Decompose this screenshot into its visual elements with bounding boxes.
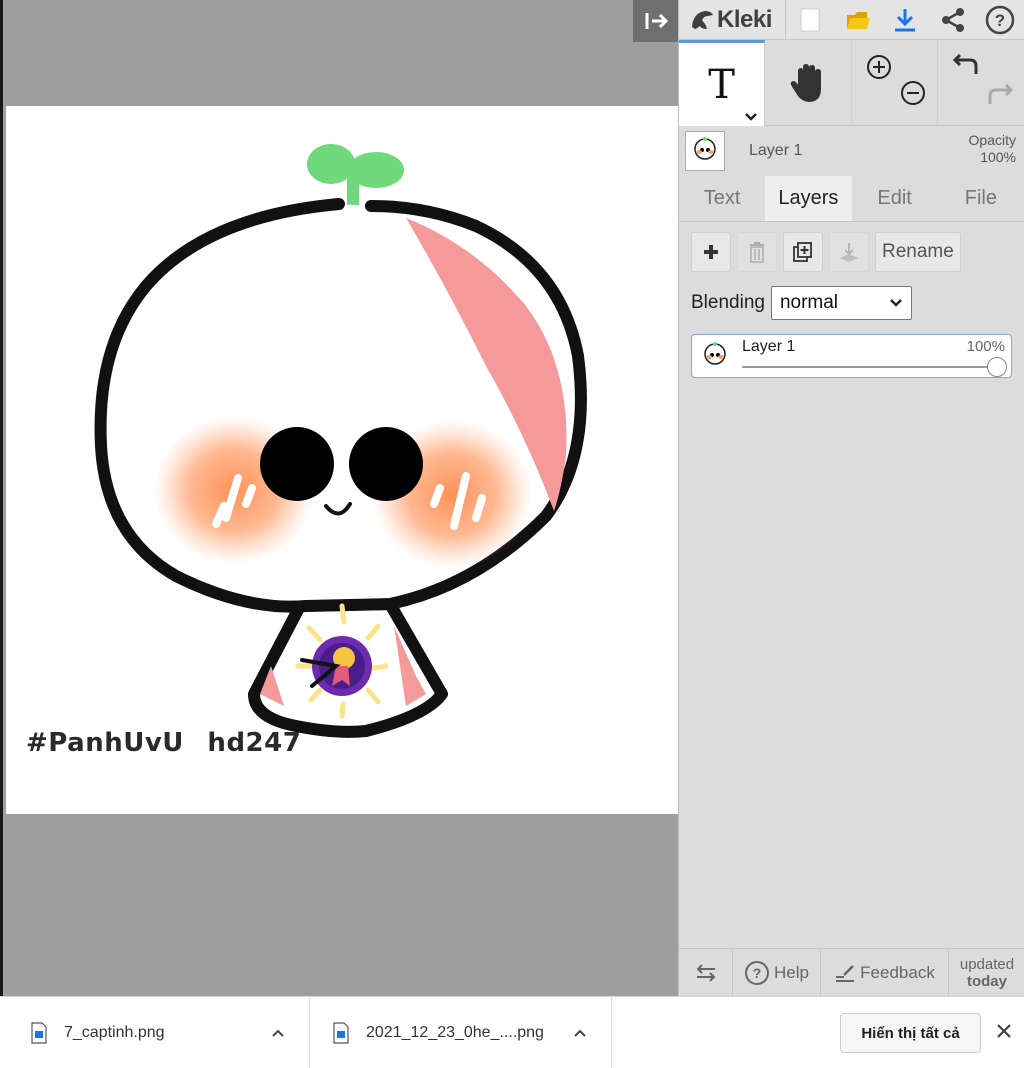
- new-image-button[interactable]: [786, 0, 834, 40]
- top-toolbar: Kleki ?: [679, 0, 1024, 40]
- layer-preview-icon: [704, 342, 726, 365]
- layer-list-item[interactable]: Layer 1 100%: [691, 334, 1012, 378]
- rename-layer-button[interactable]: Rename: [875, 232, 961, 272]
- hand-icon: [790, 64, 821, 102]
- opacity-value: 100%: [980, 149, 1016, 165]
- blending-row: Blending normal: [691, 286, 1012, 320]
- undo-redo-buttons: [938, 40, 1024, 126]
- merge-layer-button[interactable]: [829, 232, 869, 272]
- blending-value: normal: [779, 292, 839, 313]
- current-layer-bar[interactable]: Layer 1 Opacity 100%: [679, 126, 1024, 176]
- chevron-down-icon: [890, 299, 902, 307]
- kleki-logo[interactable]: Kleki: [679, 0, 787, 40]
- show-all-downloads-button[interactable]: Hiển thị tất cả: [840, 1013, 981, 1053]
- drawing-canvas[interactable]: #PanhUvU hd247: [6, 106, 681, 814]
- layer-opacity: 100%: [966, 338, 1005, 355]
- slider-handle[interactable]: [987, 357, 1007, 377]
- share-icon: [941, 7, 964, 32]
- help-circle-icon: ?: [745, 960, 770, 985]
- feedback-label: Feedback: [860, 962, 935, 982]
- tab-file[interactable]: File: [938, 176, 1024, 221]
- app-name: Kleki: [717, 5, 772, 33]
- redo-icon[interactable]: [984, 80, 1014, 110]
- tool-panel: Kleki ? T Layer 1 Opacity 100% Text Laye…: [678, 0, 1024, 996]
- chevron-up-icon[interactable]: [270, 1027, 286, 1039]
- layer-preview-icon: [694, 137, 716, 160]
- duplicate-icon: [793, 242, 812, 262]
- trash-icon: [750, 242, 764, 263]
- tool-row: T: [679, 40, 1024, 126]
- tab-edit[interactable]: Edit: [852, 176, 938, 221]
- changelog-link[interactable]: updated today: [949, 949, 1024, 996]
- save-image-button[interactable]: [881, 0, 929, 40]
- opacity-label: Opacity: [968, 132, 1016, 148]
- hand-tool-button[interactable]: [765, 40, 852, 126]
- new-file-icon: [800, 8, 820, 31]
- svg-text:?: ?: [995, 11, 1005, 30]
- open-image-button[interactable]: [834, 0, 882, 40]
- layers-content: Rename Blending normal Layer 1 100%: [679, 222, 1024, 388]
- current-layer-name: Layer 1: [749, 142, 803, 159]
- layer-name: Layer 1: [742, 338, 796, 355]
- collapse-arrow-icon: [645, 13, 669, 29]
- blending-select[interactable]: normal: [770, 286, 912, 320]
- zoom-out-icon[interactable]: [898, 78, 928, 108]
- chevron-down-icon[interactable]: [744, 112, 758, 122]
- panel-tabs: Text Layers Edit File: [679, 176, 1024, 222]
- help-button[interactable]: ?: [976, 0, 1024, 40]
- svg-text:?: ?: [753, 965, 762, 981]
- feedback-pencil-icon: [836, 964, 855, 982]
- undo-icon[interactable]: [952, 50, 982, 80]
- feedback-link[interactable]: Feedback: [821, 949, 949, 996]
- updated-date: today: [966, 972, 1007, 990]
- swap-arrows-icon: [696, 963, 715, 982]
- character-illustration: [94, 144, 587, 738]
- download-item[interactable]: 7_captinh.png: [0, 997, 310, 1068]
- blending-label: Blending: [691, 292, 765, 313]
- swap-side-button[interactable]: [679, 949, 733, 996]
- delete-layer-button[interactable]: [737, 232, 777, 272]
- right-eye: [349, 427, 423, 501]
- download-filename: 2021_12_23_0he_....png: [366, 1024, 544, 1041]
- downloads-bar: 7_captinh.png 2021_12_23_0he_....png Hiể…: [0, 996, 1024, 1068]
- help-label: Help: [774, 962, 809, 982]
- text-tool-button[interactable]: T: [679, 40, 766, 126]
- chevron-up-icon[interactable]: [572, 1027, 588, 1039]
- updated-label: updated: [959, 955, 1015, 973]
- canvas-area[interactable]: #PanhUvU hd247: [0, 0, 681, 996]
- close-icon[interactable]: [994, 1021, 1014, 1041]
- folder-icon: [846, 11, 870, 29]
- opacity-readout: Opacity 100%: [969, 132, 1016, 166]
- download-item[interactable]: 2021_12_23_0he_....png: [310, 997, 612, 1068]
- collapse-panel-button[interactable]: [633, 0, 681, 42]
- watermark-text: #PanhUvU hd247: [26, 728, 302, 758]
- zoom-buttons: [852, 40, 938, 126]
- layer-thumbnail: [685, 131, 725, 171]
- download-filename: 7_captinh.png: [64, 1024, 165, 1041]
- layer-actions: Rename: [691, 232, 1012, 272]
- layer-opacity-slider[interactable]: [742, 357, 1007, 377]
- panel-bottom-bar: ? Help Feedback updated today: [679, 948, 1024, 996]
- left-eye: [260, 427, 334, 501]
- download-icon: [895, 8, 916, 31]
- image-file-icon: [31, 1022, 47, 1044]
- add-layer-button[interactable]: [691, 232, 731, 272]
- plus-icon: [704, 245, 718, 259]
- duplicate-layer-button[interactable]: [783, 232, 823, 272]
- kleki-bird-icon: [692, 10, 713, 29]
- share-button[interactable]: [929, 0, 977, 40]
- image-file-icon: [333, 1022, 349, 1044]
- zoom-in-icon[interactable]: [864, 52, 894, 82]
- merge-down-icon: [840, 243, 858, 262]
- layer-thumbnail: [698, 339, 732, 373]
- tab-layers[interactable]: Layers: [765, 176, 852, 221]
- tab-text[interactable]: Text: [679, 176, 765, 221]
- text-tool-icon: T: [708, 61, 735, 108]
- help-link[interactable]: ? Help: [733, 949, 821, 996]
- help-circle-icon: ?: [985, 5, 1015, 34]
